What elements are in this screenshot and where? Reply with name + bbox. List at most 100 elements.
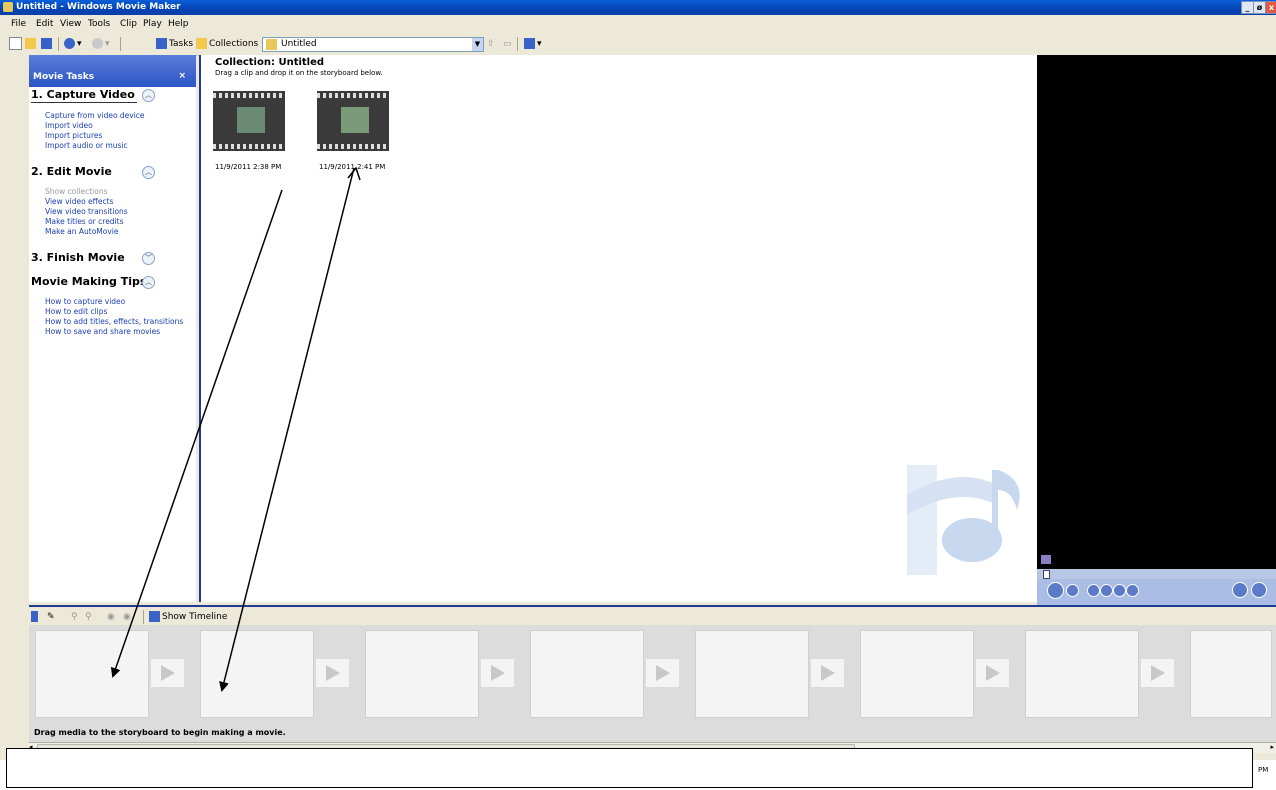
menu-clip[interactable]: Clip: [120, 19, 137, 29]
play-storyboard-icon[interactable]: ◉: [123, 610, 131, 624]
link-view-video-effects[interactable]: View video effects: [45, 197, 113, 206]
menu-play[interactable]: Play: [143, 19, 162, 29]
previous-frame-button[interactable]: [1087, 584, 1100, 597]
preview-small-icon: [1041, 555, 1051, 564]
views-icon[interactable]: ▾: [524, 37, 542, 51]
new-collection-folder-icon[interactable]: ▭: [503, 37, 512, 51]
storyboard-slot[interactable]: [695, 630, 809, 718]
storyboard-slot[interactable]: [1025, 630, 1139, 718]
link-make-titles-or-credits[interactable]: Make titles or credits: [45, 217, 124, 226]
toolbar: ▾ ▾ Tasks Collections Untitled ▼ ⇧ ▭ ▾: [0, 33, 1276, 56]
storyboard-slot[interactable]: [35, 630, 149, 718]
link-how-to-edit-clips[interactable]: How to edit clips: [45, 307, 107, 316]
storyboard-status: Drag media to the storyboard to begin ma…: [34, 728, 286, 737]
stop-button[interactable]: [1066, 584, 1079, 597]
clip-thumbnail[interactable]: [213, 91, 285, 151]
menu-tools[interactable]: Tools: [88, 19, 110, 29]
taskbar-clock: PM: [1258, 766, 1269, 774]
annotation-text-box: [6, 748, 1253, 788]
movie-tasks-header: Movie Tasks ×: [29, 55, 196, 87]
section-edit-movie[interactable]: 2. Edit Movie: [31, 165, 112, 178]
collection-icon: [266, 39, 277, 50]
seek-bar[interactable]: [1037, 569, 1276, 579]
play-button[interactable]: [1047, 582, 1064, 599]
link-how-to-capture-video[interactable]: How to capture video: [45, 297, 125, 306]
storyboard-slot[interactable]: [1190, 630, 1272, 718]
forward-button[interactable]: [1113, 584, 1126, 597]
storyboard-icon[interactable]: [31, 610, 40, 624]
close-button[interactable]: x: [1265, 1, 1276, 14]
collections-button[interactable]: Collections: [196, 37, 258, 51]
preview-monitor: [1037, 55, 1276, 605]
toolbar-separator: [120, 37, 121, 51]
transition-slot[interactable]: [316, 659, 349, 687]
transition-slot[interactable]: [646, 659, 679, 687]
storyboard-toolbar: ✎ ⚲ ⚲ ◉ ◉ Show Timeline: [29, 605, 1276, 625]
storyboard-slot[interactable]: [530, 630, 644, 718]
film-strip: [213, 144, 285, 149]
save-project-icon[interactable]: [41, 37, 54, 51]
toolbar-separator: [143, 610, 144, 624]
chevron-down-icon[interactable]: ▼: [472, 38, 483, 51]
open-project-icon[interactable]: [25, 37, 38, 51]
link-make-an-automovie[interactable]: Make an AutoMovie: [45, 227, 118, 236]
tasks-label: Tasks: [169, 39, 194, 49]
menu-view[interactable]: View: [60, 19, 81, 29]
chevron-up-icon[interactable]: ︿: [142, 276, 155, 289]
chevron-down-icon[interactable]: ﹀: [142, 252, 155, 265]
take-picture-button[interactable]: [1251, 582, 1267, 598]
clip-thumbnail[interactable]: [317, 91, 389, 151]
link-how-to-add-titles-effects-transitions[interactable]: How to add titles, effects, transitions: [45, 317, 183, 326]
zoom-in-icon[interactable]: ⚲: [71, 610, 78, 624]
undo-icon[interactable]: ▾: [64, 37, 82, 51]
split-clip-button[interactable]: [1232, 582, 1248, 598]
back-button[interactable]: [1100, 584, 1113, 597]
close-pane-icon[interactable]: ×: [178, 71, 186, 81]
chevron-up-icon[interactable]: ︿: [142, 89, 155, 102]
storyboard-slot[interactable]: [860, 630, 974, 718]
window-title: Untitled - Windows Movie Maker: [16, 2, 181, 12]
menu-help[interactable]: Help: [168, 19, 189, 29]
collection-dropdown-value: Untitled: [281, 39, 317, 49]
next-frame-button[interactable]: [1126, 584, 1139, 597]
redo-icon[interactable]: ▾: [92, 37, 110, 51]
link-view-video-transitions[interactable]: View video transitions: [45, 207, 128, 216]
movie-tasks-title: Movie Tasks: [33, 72, 95, 82]
transition-slot[interactable]: [481, 659, 514, 687]
transition-slot[interactable]: [811, 659, 844, 687]
transition-slot[interactable]: [151, 659, 184, 687]
link-how-to-save-and-share-movies[interactable]: How to save and share movies: [45, 327, 160, 336]
link-import-audio-or-music[interactable]: Import audio or music: [45, 141, 128, 150]
narrate-icon[interactable]: ✎: [47, 610, 55, 624]
folder-icon: [196, 38, 207, 49]
up-one-level-icon[interactable]: ⇧: [487, 37, 495, 51]
transition-slot[interactable]: [1141, 659, 1174, 687]
link-capture-from-video-device[interactable]: Capture from video device: [45, 111, 145, 120]
zoom-out-icon[interactable]: ⚲: [85, 610, 92, 624]
section-finish-movie[interactable]: 3. Finish Movie: [31, 251, 125, 264]
new-project-icon[interactable]: [9, 37, 24, 51]
transition-slot[interactable]: [976, 659, 1009, 687]
collection-dropdown[interactable]: Untitled ▼: [262, 37, 484, 52]
storyboard-slot[interactable]: [200, 630, 314, 718]
menu-file[interactable]: File: [11, 19, 26, 29]
seek-handle[interactable]: [1043, 570, 1050, 579]
chevron-up-icon[interactable]: ︿: [142, 166, 155, 179]
scroll-right-icon[interactable]: ▸: [1270, 743, 1274, 751]
toolbar-separator: [58, 37, 59, 51]
movie-maker-watermark-icon: [907, 465, 1020, 575]
link-show-collections: Show collections: [45, 187, 108, 196]
rewind-storyboard-icon[interactable]: ◉: [107, 610, 115, 624]
show-timeline-button[interactable]: Show Timeline: [149, 610, 227, 624]
clip-preview-image: [237, 107, 265, 133]
tasks-button[interactable]: Tasks: [156, 37, 193, 51]
section-capture-video[interactable]: 1. Capture Video: [31, 88, 135, 101]
app-icon: [3, 2, 13, 12]
storyboard: Drag media to the storyboard to begin ma…: [29, 625, 1276, 743]
menu-edit[interactable]: Edit: [36, 19, 53, 29]
storyboard-slot[interactable]: [365, 630, 479, 718]
link-import-video[interactable]: Import video: [45, 121, 93, 130]
link-import-pictures[interactable]: Import pictures: [45, 131, 102, 140]
section-underline: [31, 102, 137, 103]
section-movie-making-tips[interactable]: Movie Making Tips: [31, 275, 146, 288]
